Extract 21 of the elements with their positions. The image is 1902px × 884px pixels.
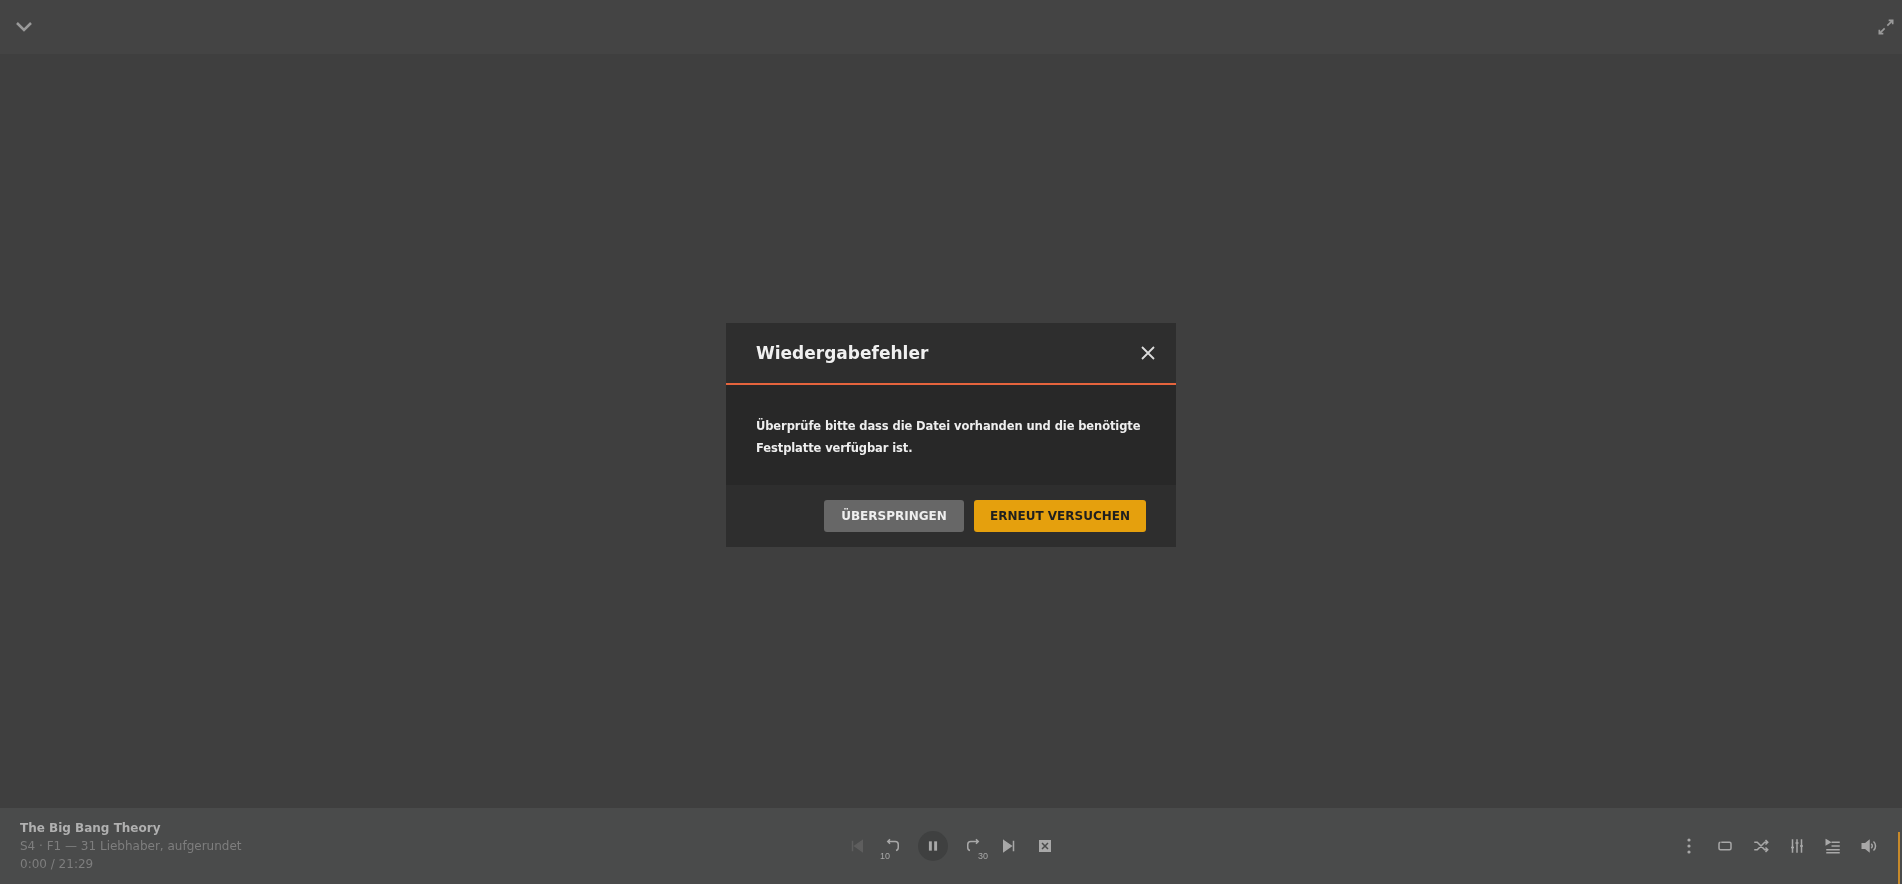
close-square-icon: [1036, 837, 1054, 855]
volume-icon: [1860, 837, 1878, 855]
pause-button[interactable]: [918, 831, 948, 861]
fullscreen-button[interactable]: [1878, 19, 1894, 35]
pause-icon: [926, 839, 940, 853]
collapse-button[interactable]: [16, 22, 32, 32]
retry-button[interactable]: ERNEUT VERSUCHEN: [974, 500, 1146, 532]
close-icon: [1140, 345, 1156, 361]
chevron-down-icon: [16, 22, 32, 32]
equalizer-icon: [1788, 837, 1806, 855]
dialog-title: Wiedergabefehler: [756, 343, 929, 363]
skip-button[interactable]: ÜBERSPRINGEN: [824, 500, 964, 532]
queue-icon: [1824, 837, 1842, 855]
shuffle-icon: [1752, 837, 1770, 855]
rewind-seconds: 10: [880, 852, 890, 861]
close-button[interactable]: [1140, 345, 1156, 361]
show-title: The Big Bang Theory: [20, 821, 162, 835]
error-message: Überprüfe bitte dass die Datei vorhanden und die benötigte Festplatte verfügbar ist.: [756, 417, 1142, 457]
more-icon: [1687, 838, 1691, 854]
forward-seconds: 30: [978, 852, 988, 861]
expand-icon: [1878, 19, 1894, 35]
